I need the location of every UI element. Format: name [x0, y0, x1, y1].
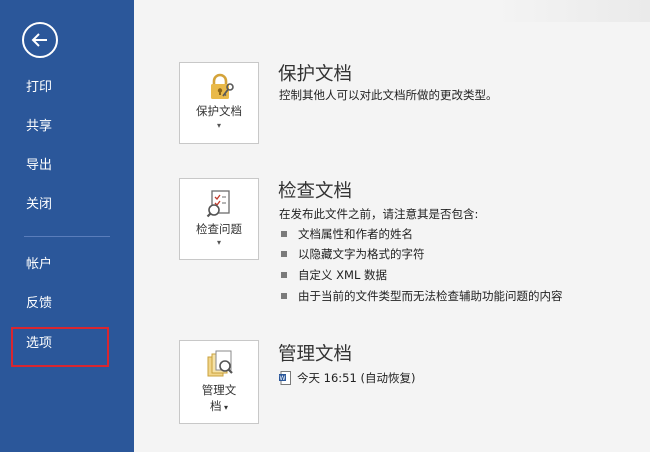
inspect-bullet: 自定义 XML 数据 — [281, 267, 387, 283]
manage-document-icon — [207, 350, 233, 377]
chevron-down-icon: ▾ — [221, 403, 229, 412]
sidebar-divider — [24, 236, 110, 237]
chevron-down-icon: ▾ — [216, 238, 221, 247]
word-file-icon: W — [279, 370, 291, 385]
protect-document-title: 保护文档 — [278, 64, 353, 85]
sidebar-item-feedback[interactable]: 反馈 — [0, 286, 134, 322]
lock-icon — [211, 73, 234, 99]
sidebar-item-account[interactable]: 帐户 — [0, 247, 134, 283]
protect-document-label: 保护文档 — [196, 104, 242, 118]
protect-document-button[interactable]: 保护文档 ▾ — [179, 62, 259, 144]
top-strip — [494, 0, 650, 22]
manage-document-title: 管理文档 — [278, 344, 353, 365]
info-pane: 保护文档 ▾ 保护文档 控制其他人可以对此文档所做的更改类型。 检查问题 ▾ 检… — [134, 0, 650, 452]
chevron-down-icon: ▾ — [216, 121, 221, 130]
svg-text:W: W — [280, 375, 286, 382]
backstage-sidebar: 打印 共享 导出 关闭 帐户 反馈 选项 — [0, 0, 134, 452]
inspect-document-description: 在发布此文件之前，请注意其是否包含: — [279, 207, 479, 221]
manage-document-button[interactable]: 管理文 档 ▾ — [179, 340, 259, 424]
sidebar-item-close[interactable]: 关闭 — [0, 187, 134, 223]
sidebar-item-print[interactable]: 打印 — [0, 70, 134, 106]
back-arrow-icon — [31, 33, 47, 47]
options-highlight-box — [11, 327, 109, 367]
autorecover-version-text: 今天 16:51 (自动恢复) — [297, 371, 416, 385]
sidebar-item-share[interactable]: 共享 — [0, 109, 134, 145]
inspect-bullet: 由于当前的文件类型而无法检查辅助功能问题的内容 — [281, 288, 563, 304]
protect-document-description: 控制其他人可以对此文档所做的更改类型。 — [279, 88, 498, 102]
manage-document-label-line2: 档 ▾ — [209, 399, 229, 413]
back-button[interactable] — [22, 22, 58, 58]
autorecover-version-item[interactable]: W 今天 16:51 (自动恢复) — [279, 370, 415, 386]
check-for-issues-button[interactable]: 检查问题 ▾ — [179, 178, 259, 260]
check-for-issues-label: 检查问题 — [196, 222, 242, 236]
manage-document-label: 管理文 — [201, 383, 237, 397]
inspect-document-title: 检查文档 — [278, 181, 353, 202]
inspect-bullet: 文档属性和作者的姓名 — [281, 226, 413, 242]
inspect-bullet: 以隐藏文字为格式的字符 — [281, 246, 425, 262]
inspect-document-icon — [206, 190, 230, 218]
sidebar-item-export[interactable]: 导出 — [0, 148, 134, 184]
